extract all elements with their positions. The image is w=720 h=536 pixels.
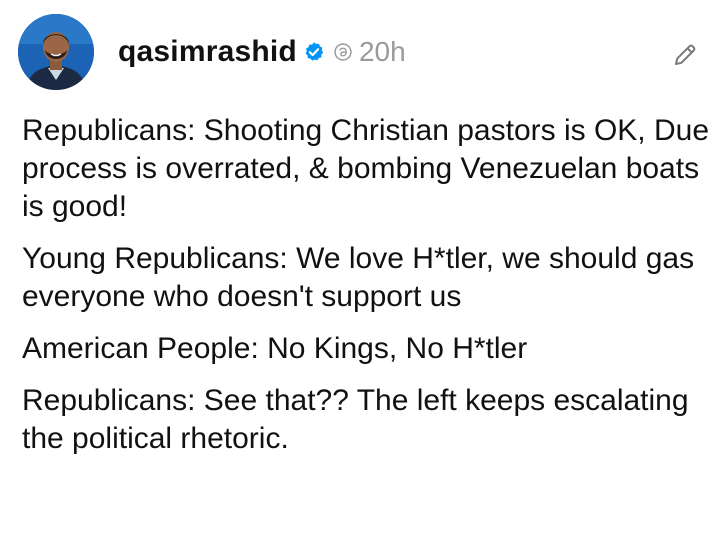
- post-meta: qasimrashid 20h: [118, 32, 406, 72]
- verified-badge-icon: [303, 41, 325, 63]
- post-paragraph: Republicans: See that?? The left keeps e…: [22, 384, 689, 455]
- avatar-image: [18, 14, 94, 90]
- edit-button[interactable]: [670, 40, 700, 70]
- threads-logo-icon: [333, 42, 353, 62]
- post-header: qasimrashid 20h: [18, 14, 708, 90]
- username-link[interactable]: qasimrashid: [118, 35, 297, 69]
- post-body: Republicans: Shooting Christian pastors …: [22, 112, 712, 472]
- pencil-icon: [675, 44, 696, 65]
- post-timestamp: 20h: [358, 36, 406, 67]
- post-paragraph: American People: No Kings, No H*tler: [22, 332, 528, 365]
- post-paragraph: Republicans: Shooting Christian pastors …: [22, 114, 710, 223]
- avatar[interactable]: [18, 14, 94, 90]
- post-paragraph: Young Republicans: We love H*tler, we sh…: [22, 242, 695, 313]
- thread-post: qasimrashid 20h Republicans: Shooting Ch…: [0, 0, 720, 536]
